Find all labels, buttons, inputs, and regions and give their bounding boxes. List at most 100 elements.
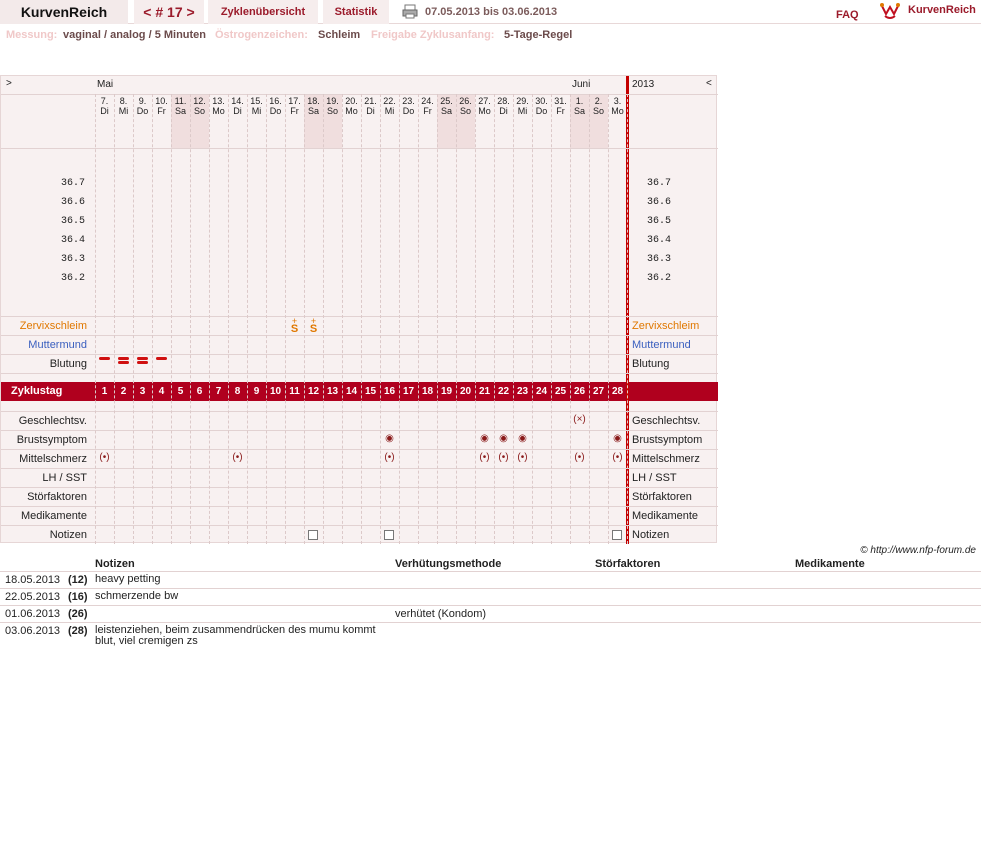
day-date: 14. <box>231 96 244 106</box>
midpain-mark[interactable]: (•) <box>380 452 399 464</box>
breast-symptom-mark[interactable]: ◉ <box>380 433 399 445</box>
release-info: Freigabe Zyklusanfang: <box>371 24 494 46</box>
day-gridline <box>418 94 419 544</box>
temp-label-right: 36.5 <box>647 216 672 227</box>
bleeding-mark[interactable] <box>156 357 167 360</box>
day-date: 15. <box>250 96 263 106</box>
day-gridline <box>133 94 134 544</box>
day-weekday: Sa <box>174 106 186 116</box>
app-title[interactable]: KurvenReich <box>0 0 128 24</box>
notes-header: Notizen <box>95 558 135 570</box>
next-cycle-arrow[interactable]: < <box>706 78 712 89</box>
breast-symptom-mark[interactable]: ◉ <box>608 433 627 445</box>
cycle-day-number: 22 <box>497 386 510 397</box>
bleeding-mark[interactable] <box>137 357 148 360</box>
day-label: 11. Sa <box>171 96 190 116</box>
day-gridline <box>532 94 533 544</box>
day-gridline <box>551 94 552 544</box>
bleeding-label: Blutung <box>49 358 87 370</box>
measure-value: vaginal / analog / 5 Minuten <box>63 29 207 41</box>
day-weekday: Do <box>535 106 548 116</box>
day-label: 10. Fr <box>152 96 171 116</box>
mucus-mark[interactable]: + S <box>304 317 323 335</box>
breast-symptom-mark[interactable]: ◉ <box>494 433 513 445</box>
note-icon[interactable] <box>384 530 394 540</box>
midpain-mark[interactable]: (•) <box>570 452 589 464</box>
crown-logo-icon <box>880 3 900 19</box>
cycle-day-number: 10 <box>269 386 282 397</box>
temp-label-left: 36.7 <box>60 178 85 189</box>
bleeding-mark[interactable] <box>99 357 110 360</box>
day-label: 1. Sa <box>570 96 589 116</box>
cycle-day-number: 11 <box>289 386 300 397</box>
day-weekday: Sa <box>307 106 319 116</box>
day-date: 8. <box>119 96 128 106</box>
day-date: 16. <box>269 96 282 106</box>
cycle-navigation[interactable]: < # 17 > <box>134 0 204 24</box>
midpain-mark[interactable]: (•) <box>475 452 494 464</box>
midpain-mark[interactable]: (•) <box>95 452 114 464</box>
day-gridline <box>399 94 400 544</box>
day-label: 2. So <box>589 96 608 116</box>
day-weekday: Mi <box>118 106 129 116</box>
day-label: 20. Mo <box>342 96 361 116</box>
breast-symptom-mark[interactable]: ◉ <box>513 433 532 445</box>
mucus-mark[interactable]: + S <box>285 317 304 335</box>
tab-cycle-overview[interactable]: Zyklenübersicht <box>208 0 318 24</box>
month-may: Mai <box>97 79 114 90</box>
day-date: 17. <box>288 96 301 106</box>
printer-icon[interactable] <box>402 4 418 19</box>
day-date: 25. <box>440 96 453 106</box>
midpain-mark[interactable]: (•) <box>494 452 513 464</box>
day-gridline <box>475 94 476 544</box>
breast-symptom-mark[interactable]: ◉ <box>475 433 494 445</box>
day-date: 22. <box>383 96 396 106</box>
bleeding-mark[interactable] <box>137 361 148 364</box>
day-gridline <box>95 94 96 544</box>
bleeding-mark[interactable] <box>118 357 129 360</box>
cervix-os-label: Muttermund <box>28 339 87 351</box>
day-label: 31. Fr <box>551 96 570 116</box>
top-bar: KurvenReich < # 17 > Zyklenübersicht Sta… <box>0 0 981 24</box>
midpain-mark[interactable]: (•) <box>228 452 247 464</box>
midpain-mark[interactable]: (•) <box>608 452 627 464</box>
row-divider <box>1 411 718 412</box>
day-date: 23. <box>402 96 415 106</box>
day-weekday: Mi <box>384 106 395 116</box>
day-weekday: So <box>592 106 604 116</box>
cycle-day-number: 28 <box>611 386 624 397</box>
midpain-label: Mittelschmerz <box>19 453 87 465</box>
day-weekday: Sa <box>573 106 585 116</box>
cycle-day-number: 21 <box>478 386 491 397</box>
day-label: 16. Do <box>266 96 285 116</box>
intercourse-mark[interactable]: (×) <box>570 414 589 426</box>
faq-link[interactable]: FAQ <box>836 3 859 27</box>
prev-cycle-arrow[interactable]: > <box>6 78 12 89</box>
date-range: 07.05.2013 bis 03.06.2013 <box>425 6 558 18</box>
measure-label: Messung: <box>6 29 58 41</box>
day-gridline <box>380 94 381 544</box>
cycle-day-number: 19 <box>440 386 453 397</box>
cycle-day-number: 20 <box>459 386 472 397</box>
cycle-day-number: 12 <box>307 386 320 397</box>
bleeding-mark[interactable] <box>118 361 129 364</box>
note-icon[interactable] <box>612 530 622 540</box>
day-date: 31. <box>554 96 567 106</box>
release-value: 5-Tage-Regel <box>504 29 573 41</box>
cycle-day-number: 13 <box>326 386 339 397</box>
tab-statistics[interactable]: Statistik <box>323 0 389 24</box>
cervix-label: Zervixschleim <box>19 320 87 332</box>
day-gridline <box>589 94 590 544</box>
midpain-mark[interactable]: (•) <box>513 452 532 464</box>
day-label: 18. Sa <box>304 96 323 116</box>
copyright: © http://www.nfp-forum.de <box>860 545 976 556</box>
mucus-symbol: S <box>290 323 299 335</box>
temp-label-left: 36.4 <box>60 235 85 246</box>
cycle-day-number: 16 <box>383 386 396 397</box>
day-weekday: Fr <box>157 106 166 116</box>
note-icon[interactable] <box>308 530 318 540</box>
day-gridline <box>456 94 457 544</box>
note-cycle-day: (12) <box>68 574 88 586</box>
day-date: 9. <box>138 96 147 106</box>
day-weekday: Do <box>136 106 149 116</box>
